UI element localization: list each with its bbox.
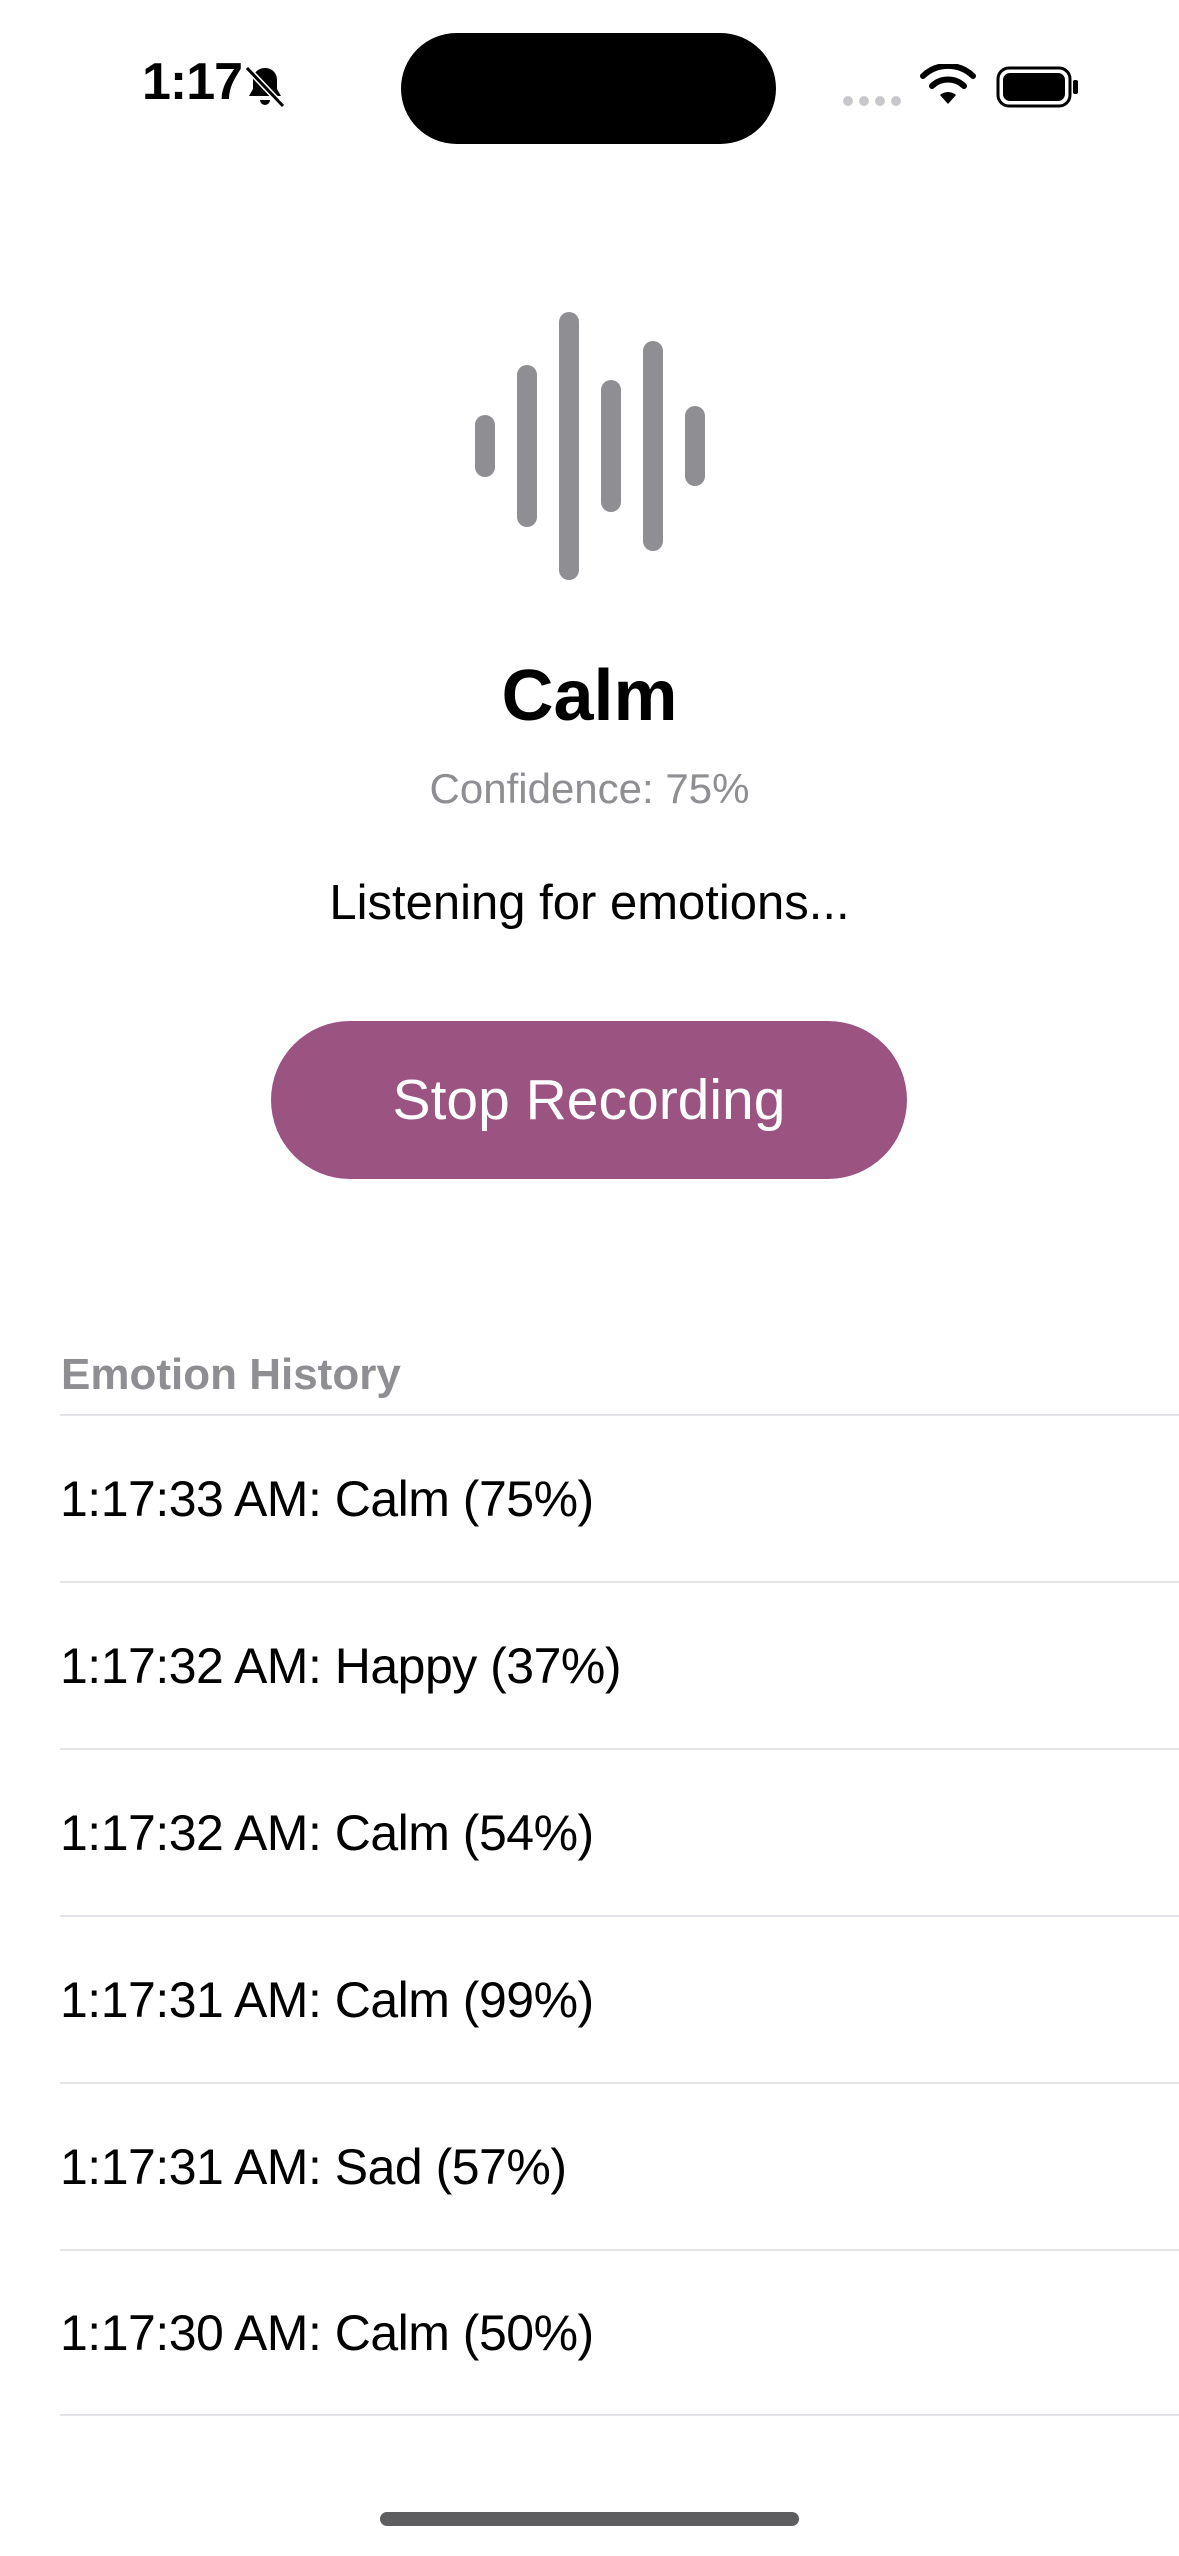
signal-icon [843, 96, 901, 106]
history-item[interactable]: 1:17:33 AM: Calm (75%) [60, 1414, 1179, 1581]
wifi-icon [920, 64, 976, 104]
history-item-text: 1:17:31 AM: Sad (57%) [60, 2138, 567, 2195]
history-item-text: 1:17:32 AM: Calm (54%) [60, 1804, 594, 1861]
dynamic-island [401, 33, 776, 144]
bell-slash-icon [244, 65, 286, 109]
status-time: 1:17 [142, 53, 243, 111]
current-emotion: Calm [501, 656, 678, 736]
history-item[interactable]: 1:17:30 AM: Calm (50%) [60, 2249, 1179, 2416]
waveform-icon [475, 312, 705, 580]
home-indicator[interactable] [380, 2512, 799, 2526]
emotion-history-list: 1:17:33 AM: Calm (75%) 1:17:32 AM: Happy… [60, 1414, 1179, 2416]
status-bar: 1:17 [0, 0, 1179, 175]
history-item[interactable]: 1:17:32 AM: Happy (37%) [60, 1581, 1179, 1748]
battery-icon [996, 66, 1078, 108]
history-item-text: 1:17:31 AM: Calm (99%) [60, 1971, 594, 2028]
history-header: Emotion History [61, 1350, 401, 1399]
history-item[interactable]: 1:17:31 AM: Sad (57%) [60, 2082, 1179, 2249]
history-item-text: 1:17:32 AM: Happy (37%) [60, 1637, 622, 1694]
history-item[interactable]: 1:17:31 AM: Calm (99%) [60, 1915, 1179, 2082]
history-item-text: 1:17:33 AM: Calm (75%) [60, 1470, 594, 1527]
history-item-text: 1:17:30 AM: Calm (50%) [60, 2304, 594, 2361]
listening-status: Listening for emotions... [329, 876, 850, 930]
confidence-text: Confidence: 75% [429, 765, 750, 812]
history-item[interactable]: 1:17:32 AM: Calm (54%) [60, 1748, 1179, 1915]
stop-recording-button[interactable]: Stop Recording [271, 1021, 907, 1179]
